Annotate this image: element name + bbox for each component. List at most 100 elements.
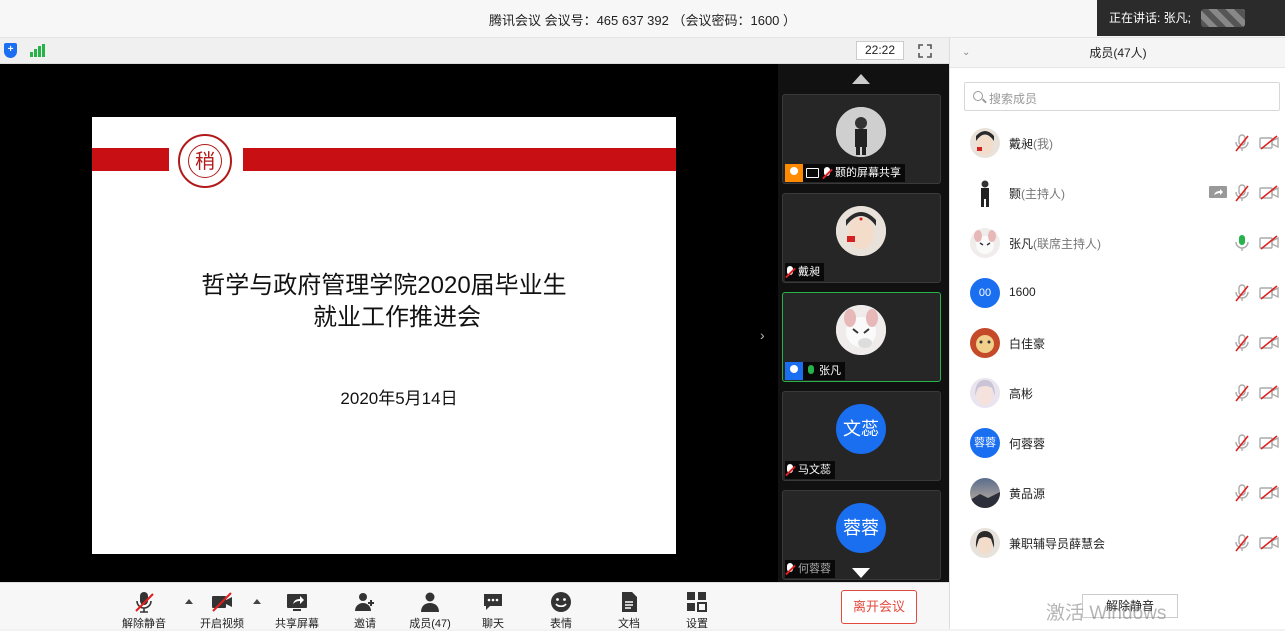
reactions-button[interactable]: 表情	[531, 583, 591, 630]
chat-icon	[484, 594, 502, 610]
collapse-chevron-icon[interactable]: ⌄	[962, 38, 970, 68]
smiley-icon	[551, 592, 571, 612]
speaker-avatar-blur	[1201, 9, 1245, 27]
mic-muted-icon[interactable]	[1235, 434, 1249, 452]
speaking-indicator: 正在讲话: 张凡;	[1097, 0, 1285, 36]
video-options-caret-icon[interactable]	[253, 599, 261, 604]
members-panel-header: ⌄ 成员(47人)	[950, 38, 1285, 68]
invite-button[interactable]: 邀请	[335, 583, 395, 630]
search-icon	[973, 91, 983, 101]
camera-off-icon[interactable]	[1259, 535, 1279, 550]
documents-button[interactable]: 文档	[599, 583, 659, 630]
slide-red-band-right	[243, 148, 676, 171]
member-row[interactable]: 蓉蓉 何蓉蓉	[950, 418, 1285, 468]
mic-muted-icon	[785, 463, 795, 477]
host-badge-icon	[785, 164, 803, 182]
member-avatar	[970, 228, 1000, 258]
share-screen-icon	[287, 594, 307, 611]
start-video-button[interactable]: 开启视频	[192, 583, 252, 630]
title-bar: 腾讯会议 会议号：465 637 392 （会议密码：1600 ） 正在讲话: …	[0, 0, 1285, 38]
mic-muted-icon[interactable]	[1235, 384, 1249, 402]
tile-label: 颢的屏幕共享	[785, 164, 905, 182]
mic-muted-icon[interactable]	[1235, 484, 1249, 502]
participant-avatar: 蓉蓉	[836, 503, 886, 553]
camera-off-icon[interactable]	[1259, 135, 1279, 150]
member-avatar	[970, 528, 1000, 558]
video-tile[interactable]: 戴昶	[782, 193, 941, 283]
scroll-up-arrow-icon[interactable]	[852, 74, 870, 84]
mic-muted-icon	[785, 265, 795, 279]
video-tile-active-speaker[interactable]: 张凡	[782, 292, 941, 382]
slide-date: 2020年5月14日	[340, 389, 458, 408]
tile-name: 张凡	[819, 365, 841, 377]
screen-share-icon[interactable]	[1208, 185, 1228, 200]
university-seal-logo: 稍	[178, 134, 232, 188]
member-name: 何蓉蓉	[1009, 437, 1046, 451]
unmute-button[interactable]: 解除静音	[114, 583, 174, 630]
tile-label: 戴昶	[785, 263, 824, 281]
mic-muted-icon[interactable]	[1235, 184, 1249, 202]
mic-active-icon[interactable]	[1235, 234, 1249, 252]
fullscreen-icon[interactable]	[918, 44, 932, 58]
tile-label: 何蓉蓉	[785, 560, 835, 578]
member-avatar: 蓉蓉	[970, 428, 1000, 458]
camera-off-icon[interactable]	[1259, 235, 1279, 250]
mic-muted-icon[interactable]	[1235, 284, 1249, 302]
leave-meeting-button[interactable]: 离开会议	[841, 590, 917, 624]
camera-off-icon[interactable]	[1259, 185, 1279, 200]
participant-avatar	[836, 206, 886, 256]
member-row[interactable]: 颢(主持人)	[950, 168, 1285, 218]
tile-name: 颢的屏幕共享	[835, 167, 901, 179]
member-name: 颢(主持人)	[1009, 187, 1066, 201]
settings-button[interactable]: 设置	[667, 583, 727, 630]
member-avatar	[970, 478, 1000, 508]
camera-off-icon[interactable]	[1259, 285, 1279, 300]
camera-off-icon[interactable]	[1259, 435, 1279, 450]
tile-name: 戴昶	[798, 266, 820, 278]
member-row[interactable]: 戴昶(我)	[950, 118, 1285, 168]
member-row[interactable]: 白佳豪	[950, 318, 1285, 368]
cohost-badge-icon	[785, 362, 803, 380]
share-screen-button[interactable]: 共享屏幕	[267, 583, 327, 630]
apps-grid-icon	[687, 592, 707, 612]
camera-off-icon[interactable]	[1259, 385, 1279, 400]
mic-muted-icon[interactable]	[1235, 534, 1249, 552]
video-tile[interactable]: 文蕊 马文蕊	[782, 391, 941, 481]
member-name: 黄品源	[1009, 487, 1046, 501]
chat-button[interactable]: 聊天	[463, 583, 523, 630]
window-title: 腾讯会议 会议号：465 637 392 （会议密码：1600 ）	[488, 13, 797, 28]
video-tile[interactable]: 颢的屏幕共享	[782, 94, 941, 184]
member-search-input[interactable]: 搜索成员	[964, 82, 1280, 111]
tile-label: 马文蕊	[785, 461, 835, 479]
screen-share-icon	[806, 168, 819, 178]
document-icon	[622, 592, 637, 612]
camera-off-icon[interactable]	[1259, 485, 1279, 500]
member-avatar	[970, 328, 1000, 358]
security-shield-icon[interactable]: +	[4, 43, 17, 58]
member-row[interactable]: 00 1600	[950, 268, 1285, 318]
speaking-label: 正在讲话: 张凡;	[1109, 11, 1192, 25]
signal-strength-icon[interactable]	[30, 44, 46, 57]
camera-off-icon[interactable]	[1259, 335, 1279, 350]
mic-active-icon	[806, 364, 816, 378]
scroll-down-arrow-icon[interactable]	[852, 568, 870, 578]
member-row[interactable]: 黄品源	[950, 468, 1285, 518]
meeting-toolbar: 解除静音 开启视频 共享屏幕 邀请 成员(47) 聊天 表情 文档 设置 离开会…	[0, 582, 949, 630]
member-row[interactable]: 兼职辅导员薛慧会	[950, 518, 1285, 568]
video-tile[interactable]: 蓉蓉 何蓉蓉	[782, 490, 941, 580]
mic-muted-icon[interactable]	[1235, 334, 1249, 352]
tile-name: 何蓉蓉	[798, 563, 831, 575]
windows-activation-watermark: 激活 Windows	[1046, 603, 1167, 624]
member-row[interactable]: 高彬	[950, 368, 1285, 418]
participant-avatar	[836, 305, 886, 355]
mic-muted-icon	[135, 592, 154, 613]
members-panel: ⌄ 成员(47人) 搜索成员 戴昶(我) 颢(主持人) 张凡(联席主持人) 00…	[949, 38, 1285, 629]
members-button[interactable]: 成员(47)	[400, 583, 460, 630]
member-avatar: 00	[970, 278, 1000, 308]
member-name: 张凡(联席主持人)	[1009, 237, 1102, 251]
search-placeholder: 搜索成员	[989, 92, 1038, 106]
collapse-strip-chevron-icon[interactable]: ›	[760, 327, 765, 343]
member-row[interactable]: 张凡(联席主持人)	[950, 218, 1285, 268]
tile-name: 马文蕊	[798, 464, 831, 476]
mic-muted-icon[interactable]	[1235, 134, 1249, 152]
